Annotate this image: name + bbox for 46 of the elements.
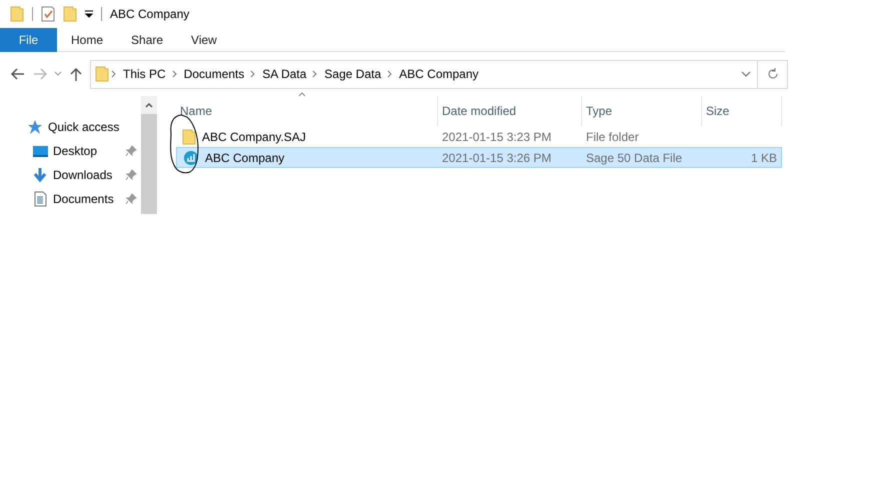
ribbon-tab[interactable]: File (0, 28, 57, 52)
sidebar-item[interactable]: Quick access (0, 115, 141, 139)
refresh-icon (766, 68, 778, 80)
breadcrumb-item[interactable]: Sage Data (320, 65, 386, 83)
sidebar-item[interactable]: Downloads (0, 163, 141, 187)
pin-icon (125, 169, 137, 181)
sort-icon (298, 92, 306, 97)
chart-file-icon (183, 150, 199, 166)
breadcrumb-item[interactable]: This PC (119, 65, 170, 83)
column-header[interactable]: Type (582, 96, 702, 126)
download-icon (32, 167, 49, 183)
scrollbar-thumb[interactable] (141, 114, 157, 214)
folder-icon (182, 128, 196, 144)
date-cell-text: 2021-01-15 3:23 PM (441, 128, 552, 146)
file-name: ABC Company.SAJ (202, 128, 306, 146)
refresh-button[interactable] (758, 60, 788, 88)
dropdown-icon[interactable] (85, 10, 93, 18)
type-cell: Sage 50 Data File (582, 147, 702, 168)
file-name-cell[interactable]: ABC Company (176, 147, 438, 168)
breadcrumb-item[interactable]: ABC Company (395, 65, 483, 83)
date-cell: 2021-01-15 3:26 PM (438, 147, 582, 168)
column-header[interactable]: Date modified (438, 96, 582, 126)
column-header[interactable]: Name (176, 96, 438, 126)
caret-icon (741, 71, 751, 77)
column-header[interactable]: Size (702, 96, 782, 126)
ribbon-tab[interactable]: Share (117, 28, 178, 52)
sidebar-item[interactable]: Desktop (0, 139, 141, 163)
file-name-cell[interactable]: ABC Company.SAJ (176, 126, 438, 147)
ribbon-tab[interactable]: View (177, 28, 231, 52)
caret-icon (145, 102, 153, 108)
pin-icon (125, 145, 137, 157)
caret-icon (54, 71, 62, 77)
desktop-icon (32, 143, 49, 159)
document-icon (32, 191, 49, 207)
star-icon (27, 119, 44, 135)
folder-icon (95, 66, 109, 82)
pin-icon (125, 193, 137, 205)
type-cell-text: File folder (585, 128, 640, 146)
window-title: ABC Company (110, 6, 190, 23)
breadcrumb-item[interactable]: SA Data (258, 65, 310, 83)
checklist-icon[interactable] (41, 6, 55, 22)
ribbon-tab[interactable]: Home (57, 28, 118, 52)
sidebar-item[interactable]: Documents (0, 187, 141, 211)
breadcrumb-item[interactable]: Documents (180, 65, 248, 83)
file-name: ABC Company (205, 150, 284, 166)
size-cell: 1 KB (702, 147, 782, 168)
